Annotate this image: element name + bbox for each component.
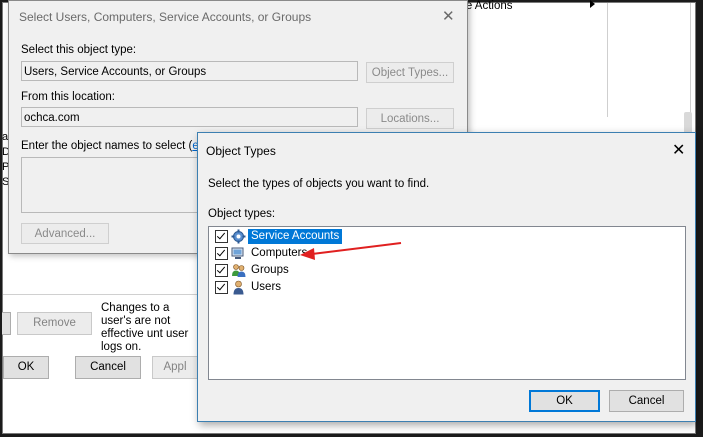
ok-button[interactable]: OK [3,356,49,379]
close-icon[interactable]: ✕ [442,7,455,25]
divider [690,3,691,113]
checkbox[interactable] [215,246,228,260]
item-label: Users [251,280,282,293]
names-label-text: Enter the object names to select ( [21,140,193,152]
remove-button[interactable]: Remove [17,312,92,335]
more-actions-label[interactable]: re Actions [462,0,513,12]
divider [3,294,198,295]
dialog-title: Object Types [206,144,276,158]
list-item[interactable]: Computers [215,245,310,261]
object-types-button[interactable]: Object Types... [366,62,454,83]
locations-button[interactable]: Locations... [366,108,454,129]
location-label: From this location: [21,91,115,103]
object-types-list: Service Accounts Computers Groups Users [208,226,686,380]
groups-icon [231,263,246,278]
location-field: ochca.com [21,107,358,127]
cancel-button[interactable]: Cancel [75,356,141,379]
close-icon[interactable]: ✕ [672,140,685,160]
item-label: Computers [251,246,308,259]
cancel-button[interactable]: Cancel [609,390,684,412]
logon-note: Changes to a user's are not effective un… [101,302,189,353]
computer-icon [231,246,246,261]
names-label: Enter the object names to select (exa [21,140,211,152]
service-accounts-icon [231,229,246,244]
list-item[interactable]: Service Accounts [215,228,343,244]
checkbox[interactable] [215,229,228,243]
object-types-dialog: Object Types ✕ Select the types of objec… [197,132,696,422]
item-label: Groups [251,263,289,276]
apply-button[interactable]: Appl [152,356,198,379]
ok-button[interactable]: OK [529,390,600,412]
submenu-arrow-icon [590,0,595,8]
object-types-label: Object types: [208,208,276,220]
scrollbar-thumb[interactable] [684,112,692,134]
object-type-label: Select this object type: [21,44,137,56]
object-type-field: Users, Service Accounts, or Groups [21,61,358,81]
checkbox[interactable] [215,263,228,277]
instruction-text: Select the types of objects you want to … [208,178,430,190]
checkbox[interactable] [215,280,228,294]
dialog-title: Select Users, Computers, Service Account… [19,10,312,24]
add-button-clipped[interactable] [2,312,11,335]
item-label: Service Accounts [248,228,343,244]
user-icon [231,280,246,295]
list-item[interactable]: Users [215,279,284,295]
advanced-button[interactable]: Advanced... [21,223,109,244]
divider [607,3,608,117]
list-item[interactable]: Groups [215,262,292,278]
